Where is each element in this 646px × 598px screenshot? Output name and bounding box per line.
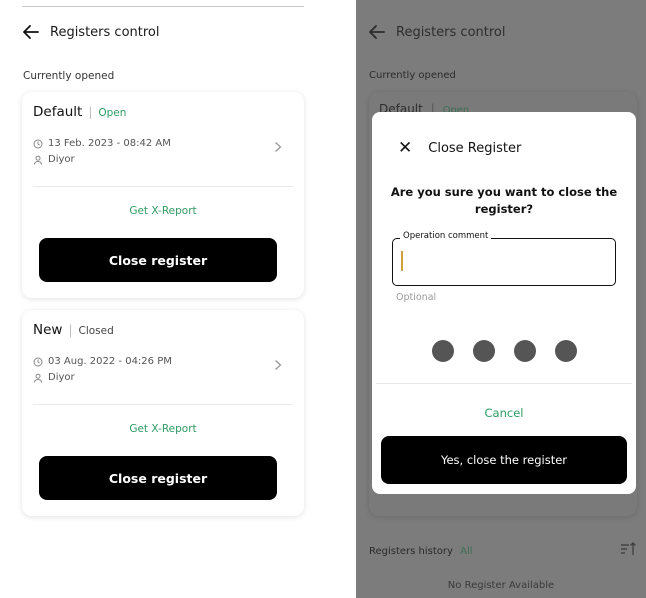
- get-x-report-link[interactable]: Get X-Report: [22, 205, 304, 217]
- register-name: Default: [33, 104, 83, 120]
- register-card-header: New | Closed: [33, 322, 114, 338]
- divider: [33, 404, 293, 405]
- text-caret: [401, 251, 403, 271]
- pin-dot: [513, 340, 536, 362]
- field-label: Operation comment: [400, 231, 492, 241]
- get-x-report-link[interactable]: Get X-Report: [22, 423, 304, 435]
- operation-comment-field[interactable]: Operation comment: [392, 231, 616, 286]
- register-name: New: [33, 322, 63, 338]
- section-label-currently-opened: Currently opened: [369, 70, 456, 81]
- register-card: Default | Open 13 Feb. 2023 - 08:42 AM D…: [22, 92, 304, 298]
- divider: [33, 186, 293, 187]
- confirm-close-register-button[interactable]: Yes, close the register: [381, 436, 627, 484]
- datetime-text: 13 Feb. 2023 - 08:42 AM: [48, 138, 171, 149]
- registers-history-header: Registers history All: [369, 546, 473, 557]
- register-user: Diyor: [33, 372, 75, 383]
- register-card-header: Default | Open: [33, 104, 126, 120]
- page-title: Registers control: [50, 24, 160, 40]
- datetime-text: 03 Aug. 2022 - 04:26 PM: [48, 356, 172, 367]
- dialog-question: Are you sure you want to close the regis…: [390, 185, 618, 216]
- close-register-button[interactable]: Close register: [39, 238, 277, 282]
- page-title: Registers control: [396, 24, 506, 40]
- register-datetime: 03 Aug. 2022 - 04:26 PM: [33, 356, 172, 367]
- dialog-header: ✕ Close Register: [398, 140, 521, 157]
- pin-dot: [554, 340, 577, 362]
- history-filter-all[interactable]: All: [460, 546, 472, 557]
- user-icon: [33, 155, 43, 165]
- history-label: Registers history: [369, 546, 453, 557]
- pin-dot: [472, 340, 495, 362]
- close-register-dialog: ✕ Close Register Are you sure you want t…: [372, 112, 636, 494]
- user-icon: [33, 373, 43, 383]
- cancel-button[interactable]: Cancel: [372, 406, 636, 420]
- status-divider: [22, 6, 304, 7]
- user-name: Diyor: [48, 154, 75, 165]
- user-name: Diyor: [48, 372, 75, 383]
- pin-dot: [431, 340, 454, 362]
- register-card: New | Closed 03 Aug. 2022 - 04:26 PM Diy…: [22, 310, 304, 516]
- divider: [376, 383, 632, 384]
- empty-history-text: No Register Available: [447, 580, 555, 591]
- pin-dots: [372, 340, 636, 362]
- register-datetime: 13 Feb. 2023 - 08:42 AM: [33, 138, 171, 149]
- status-badge: Closed: [78, 325, 114, 337]
- back-arrow-icon[interactable]: [22, 23, 40, 41]
- dialog-title: Close Register: [428, 141, 522, 156]
- optional-hint: Optional: [396, 292, 437, 303]
- chevron-right-icon[interactable]: [274, 138, 282, 157]
- close-icon[interactable]: ✕: [398, 140, 412, 157]
- registers-screen: Registers control Currently opened Defau…: [14, 0, 304, 598]
- status-badge: Open: [98, 107, 127, 119]
- close-register-button[interactable]: Close register: [39, 456, 277, 500]
- sort-icon[interactable]: [620, 541, 636, 561]
- section-label-currently-opened: Currently opened: [23, 70, 115, 82]
- close-register-screen: Registers control Currently opened Defau…: [356, 0, 646, 598]
- register-user: Diyor: [33, 154, 75, 165]
- separator: |: [68, 323, 73, 337]
- chevron-right-icon[interactable]: [274, 356, 282, 375]
- separator: |: [88, 105, 93, 119]
- clock-icon: [33, 139, 43, 148]
- clock-icon: [33, 357, 43, 366]
- back-arrow-icon[interactable]: [368, 23, 386, 41]
- app-bar: Registers control: [22, 20, 160, 44]
- app-bar: Registers control: [368, 20, 506, 44]
